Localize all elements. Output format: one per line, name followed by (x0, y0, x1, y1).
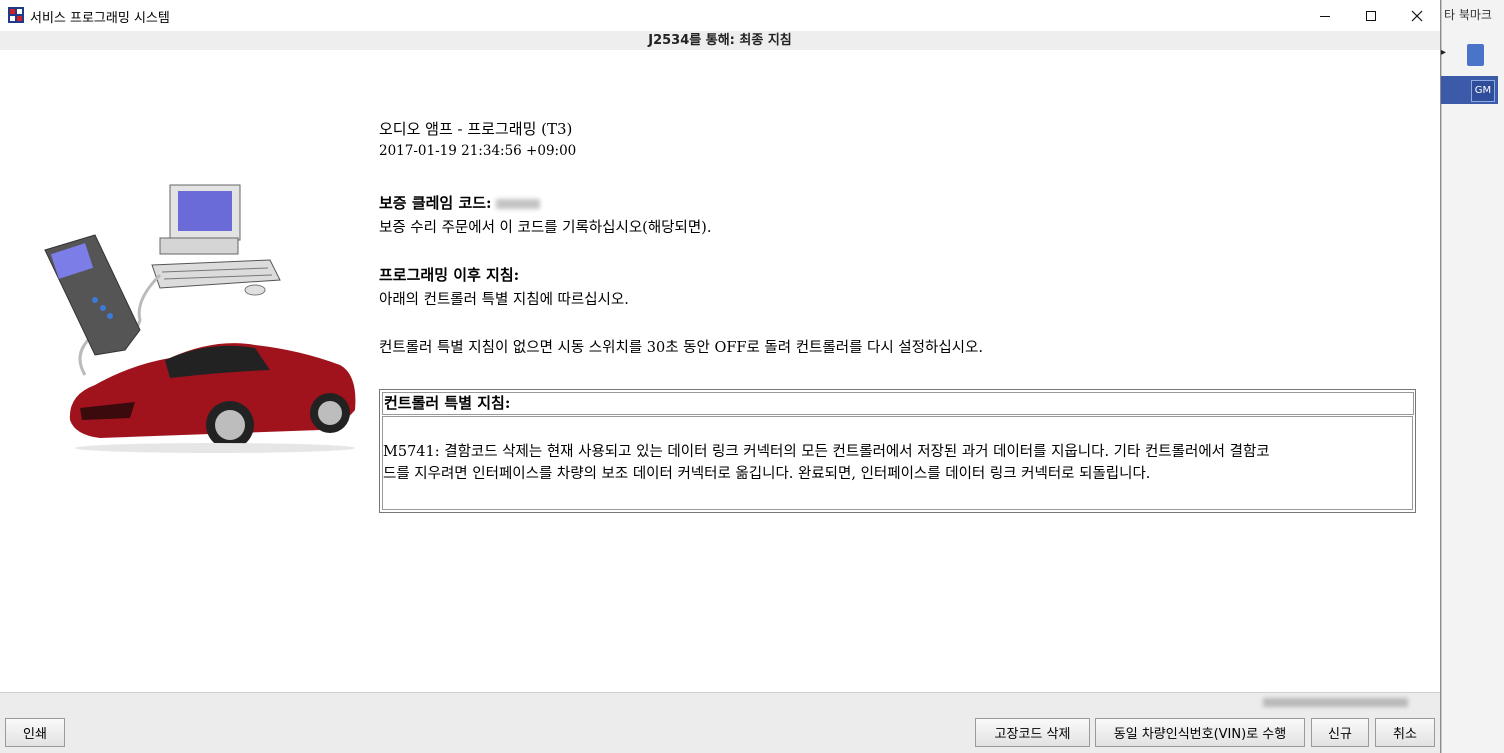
warranty-code-redacted (495, 199, 540, 209)
warranty-heading: 보증 클레임 코드: (379, 194, 492, 212)
post-programming-note: 아래의 컨트롤러 특별 지침에 따르십시오. (379, 292, 629, 308)
gm-logo-icon: GM (1471, 80, 1495, 102)
warranty-note: 보증 수리 주문에서 이 코드를 기록하십시오(해당되면). (379, 220, 712, 236)
page-subheader: J2534를 통해: 최종 지침 (0, 31, 1440, 50)
module-title: 오디오 앰프 - 프로그래밍 (T3) (379, 120, 573, 138)
title-bar: 서비스 프로그래밍 시스템 (0, 0, 1440, 31)
special-instructions-body: M5741: 결함코드 삭제는 현재 사용되고 있는 데이터 링크 커넥터의 모… (382, 416, 1413, 510)
sps-app-icon (8, 7, 24, 23)
background-browser-strip (1441, 0, 1504, 753)
reset-instruction: 컨트롤러 특별 지침이 없으면 시동 스위치를 30초 동안 OFF로 돌려 컨… (379, 340, 983, 356)
background-bookmark-label: 타 북마크 (1444, 8, 1492, 22)
clear-dtc-button[interactable]: 고장코드 삭제 (975, 718, 1090, 747)
window-title: 서비스 프로그래밍 시스템 (30, 11, 170, 26)
warranty-heading-row: 보증 클레임 코드: (379, 192, 540, 213)
special-instructions-heading: 컨트롤러 특별 지침: (382, 392, 1414, 415)
maximize-button[interactable] (1348, 0, 1394, 31)
same-vin-button[interactable]: 동일 차량인식번호(VIN)로 수행 (1095, 718, 1305, 747)
close-icon (1411, 10, 1423, 21)
new-button[interactable]: 신규 (1311, 718, 1369, 747)
scan-tool-car-illustration (44, 184, 356, 453)
cancel-button[interactable]: 취소 (1375, 718, 1435, 747)
print-button[interactable]: 인쇄 (5, 718, 65, 747)
timestamp: 2017-01-19 21:34:56 +09:00 (379, 143, 577, 159)
special-instruction-line-2: 드를 지우려면 인터페이스를 차량의 보조 데이터 커넥터로 옮깁니다. 완료되… (383, 466, 1151, 482)
close-button[interactable] (1394, 0, 1440, 31)
minimize-button[interactable] (1302, 0, 1348, 31)
button-bar: 인쇄 고장코드 삭제 동일 차량인식번호(VIN)로 수행 신규 취소 (0, 713, 1440, 753)
minimize-icon (1320, 15, 1330, 17)
status-bar (0, 692, 1440, 713)
post-programming-heading: 프로그래밍 이후 지침: (379, 266, 520, 284)
special-instruction-line-1: M5741: 결함코드 삭제는 현재 사용되고 있는 데이터 링크 커넥터의 모… (383, 444, 1270, 460)
special-instructions-box: 컨트롤러 특별 지침: M5741: 결함코드 삭제는 현재 사용되고 있는 데… (379, 389, 1416, 513)
sps-window: 서비스 프로그래밍 시스템 J2534를 통해: 최종 지침 오디오 앰프 - … (0, 0, 1441, 753)
chevron-right-icon: ▸ (1441, 47, 1447, 58)
door-icon (1467, 44, 1484, 66)
vin-redacted (1263, 698, 1408, 707)
maximize-icon (1366, 10, 1376, 21)
